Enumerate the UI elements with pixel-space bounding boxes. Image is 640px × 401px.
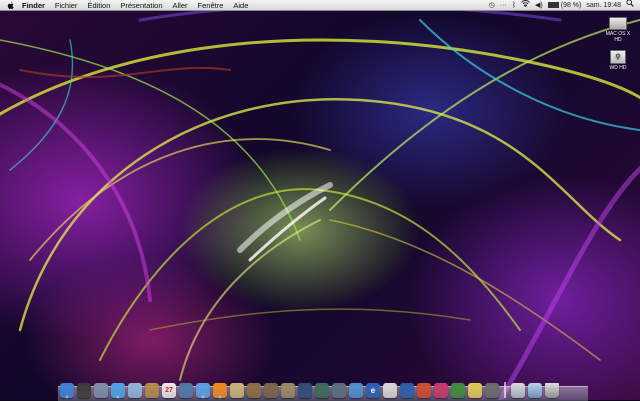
dock-item-garageband[interactable] <box>230 383 244 398</box>
menu-finder[interactable]: Finder <box>17 0 50 11</box>
dock-separator <box>504 382 506 398</box>
dock-item-time-machine[interactable] <box>315 383 329 398</box>
running-indicator <box>219 396 221 398</box>
menu-fenetre[interactable]: Fenêtre <box>193 0 229 11</box>
spotlight-search-icon[interactable] <box>626 0 634 11</box>
usb-drive-icon: ⚲ <box>610 50 626 64</box>
dock-item-word-app[interactable] <box>400 383 414 398</box>
dock-item-office-app-1[interactable] <box>417 383 431 398</box>
dock-item-iphoto[interactable] <box>179 383 193 398</box>
desktop-icon-label: WD HD <box>609 65 627 71</box>
battery-icon <box>547 2 559 8</box>
battery-level-fill <box>548 3 558 7</box>
dock-item-address-book[interactable] <box>145 383 159 398</box>
dock-item-dashboard[interactable] <box>77 383 91 398</box>
dock-item-preview[interactable] <box>264 383 278 398</box>
dock: 27 e <box>60 376 559 398</box>
menu-presentation[interactable]: Présentation <box>115 0 167 11</box>
bluetooth-icon[interactable]: ᛒ <box>512 0 516 11</box>
dock-item-office-app-2[interactable] <box>434 383 448 398</box>
battery-percent: (98 %) <box>560 1 582 9</box>
desktop-icon-wd-hd[interactable]: ⚲ WD HD <box>603 50 633 71</box>
dock-item-ical[interactable]: 27 <box>162 383 176 398</box>
volume-icon[interactable]: ◀) <box>535 0 543 11</box>
dock-item-notes-app[interactable] <box>468 383 482 398</box>
desktop-icon-label: MAC OS X HD <box>605 31 631 43</box>
dock-item-system-preferences[interactable] <box>94 383 108 398</box>
internal-drive-icon <box>609 17 627 30</box>
dock-item-spaces[interactable] <box>298 383 312 398</box>
menu-fichier[interactable]: Fichier <box>50 0 83 11</box>
clock[interactable]: sam. 19:48 <box>586 0 621 11</box>
running-indicator <box>117 396 119 398</box>
applications-folder-icon[interactable] <box>528 383 542 398</box>
time-machine-icon[interactable]: ◷ <box>489 0 495 11</box>
battery-indicator[interactable]: (98 %) <box>547 0 582 11</box>
menu-edition[interactable]: Édition <box>82 0 115 11</box>
dock-item-excel-app[interactable] <box>451 383 465 398</box>
dock-item-toolbox-app[interactable] <box>281 383 295 398</box>
dock-item-messenger[interactable] <box>349 383 363 398</box>
menu-extra-dots-icon[interactable]: ··· <box>500 0 507 11</box>
apple-logo-icon[interactable] <box>5 1 17 10</box>
menu-aller[interactable]: Aller <box>168 0 193 11</box>
dock-item-image-capture[interactable] <box>247 383 261 398</box>
dock-item-mail[interactable] <box>128 383 142 398</box>
trash-icon[interactable] <box>545 383 559 398</box>
menu-bar: Finder Fichier Édition Présentation Alle… <box>0 0 640 11</box>
wifi-icon[interactable] <box>521 0 530 11</box>
desktop-wallpaper <box>0 0 640 400</box>
desktop-icon-mac-os-x-hd[interactable]: MAC OS X HD <box>603 17 633 43</box>
dock-item-activity-monitor[interactable] <box>332 383 346 398</box>
downloads-stack-icon[interactable] <box>511 383 525 398</box>
menu-aide[interactable]: Aide <box>228 0 253 11</box>
dock-item-omni-app[interactable]: e <box>366 383 380 398</box>
running-indicator <box>202 396 204 398</box>
dock-item-acrobat[interactable] <box>383 383 397 398</box>
wallpaper-light-streaks <box>0 3 640 400</box>
dock-item-calculator[interactable] <box>485 383 499 398</box>
running-indicator <box>66 396 68 398</box>
